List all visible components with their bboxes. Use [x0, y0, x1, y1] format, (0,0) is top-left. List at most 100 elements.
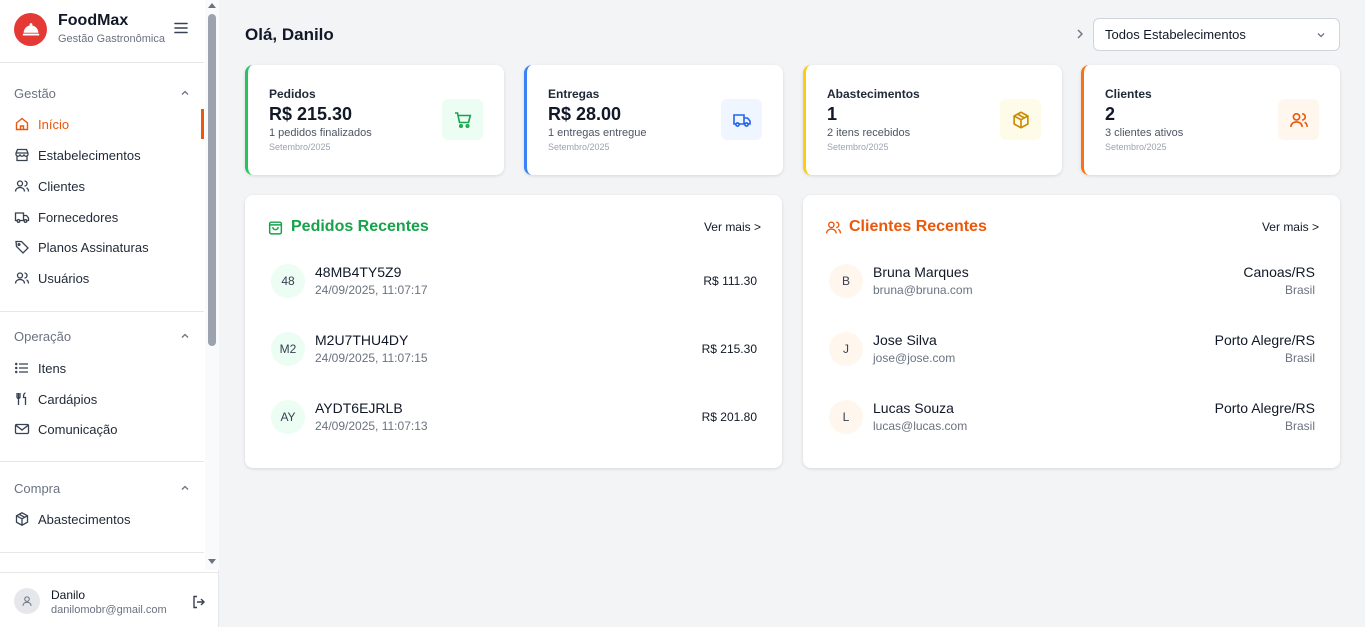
recent-clients-more-link[interactable]: Ver mais > — [1262, 220, 1319, 234]
sidebar-item-planos-assinaturas[interactable]: Planos Assinaturas — [0, 232, 204, 262]
sidebar-item-label: Fornecedores — [38, 209, 119, 225]
card-subtitle: 3 clientes ativos — [1105, 127, 1184, 139]
recent-orders-more-link[interactable]: Ver mais > — [704, 220, 761, 234]
sidebar-item-estabelecimentos[interactable]: Estabelecimentos — [0, 140, 204, 170]
card-clientes: Clientes 2 3 clientes ativos Setembro/20… — [1081, 65, 1340, 175]
divider — [0, 62, 204, 63]
client-name: Bruna Marques — [873, 264, 969, 280]
card-value: R$ 215.30 — [269, 104, 353, 124]
page-title: Olá, Danilo — [245, 25, 334, 44]
shopping-bag-icon — [267, 219, 284, 236]
client-row[interactable]: B Bruna Marques bruna@bruna.com Canoas/R… — [829, 260, 1315, 304]
client-city: Canoas/RS — [1243, 264, 1315, 280]
sidebar-item-inicio[interactable]: Início — [0, 109, 204, 139]
card-abastecimentos: Abastecimentos 1 2 itens recebidos Setem… — [803, 65, 1062, 175]
sidebar-item-fornecedores[interactable]: Fornecedores — [0, 202, 204, 232]
sidebar-item-clientes[interactable]: Clientes — [0, 171, 204, 201]
card-title: Clientes — [1105, 87, 1152, 101]
client-country: Brasil — [1284, 419, 1315, 433]
card-value: 2 — [1105, 104, 1116, 124]
card-title: Abastecimentos — [827, 87, 920, 101]
card-value: 1 — [827, 104, 838, 124]
card-period: Setembro/2025 — [1105, 142, 1167, 152]
card-subtitle: 1 entregas entregue — [548, 127, 647, 139]
section-operacao-toggle[interactable]: Operação — [14, 326, 190, 346]
client-city: Porto Alegre/RS — [1214, 332, 1315, 348]
client-row[interactable]: L Lucas Souza lucas@lucas.com Porto Aleg… — [829, 396, 1315, 440]
order-datetime: 24/09/2025, 11:07:17 — [315, 283, 428, 297]
sidebar-item-cardapios[interactable]: Cardápios — [0, 384, 204, 414]
section-gestao-toggle[interactable]: Gestão — [14, 83, 190, 103]
list-icon — [14, 360, 30, 376]
sidebar-item-label: Cardápios — [38, 391, 98, 407]
sidebar-item-abastecimentos[interactable]: Abastecimentos — [0, 504, 204, 534]
sidebar-item-itens[interactable]: Itens — [0, 353, 204, 383]
client-row[interactable]: J Jose Silva jose@jose.com Porto Alegre/… — [829, 328, 1315, 372]
client-country: Brasil — [1284, 351, 1315, 365]
chevron-right-icon[interactable] — [1073, 27, 1087, 41]
store-icon — [14, 147, 30, 163]
order-avatar: AY — [271, 400, 305, 434]
package-icon — [1000, 99, 1041, 140]
brand-name: FoodMax — [58, 12, 129, 29]
scroll-up-arrow-icon[interactable] — [208, 3, 216, 8]
cart-icon — [442, 99, 483, 140]
users-icon — [825, 219, 842, 236]
sidebar-scrollbar[interactable] — [205, 0, 219, 570]
order-datetime: 24/09/2025, 11:07:15 — [315, 351, 428, 365]
section-label: Compra — [14, 480, 61, 496]
card-period: Setembro/2025 — [827, 142, 889, 152]
chevron-up-icon — [181, 485, 189, 490]
recent-orders-title: Pedidos Recentes — [267, 218, 429, 236]
menu-toggle-icon[interactable] — [173, 20, 189, 36]
panel-title-text: Clientes Recentes — [849, 218, 987, 235]
sidebar-item-label: Estabelecimentos — [38, 147, 141, 163]
order-row[interactable]: 48 48MB4TY5Z9 24/09/2025, 11:07:17 R$ 11… — [271, 260, 757, 304]
card-period: Setembro/2025 — [269, 142, 331, 152]
sidebar-item-label: Clientes — [38, 178, 85, 194]
scroll-down-arrow-icon[interactable] — [208, 559, 216, 564]
sidebar-item-usuarios[interactable]: Usuários — [0, 263, 204, 293]
panel-title-text: Pedidos Recentes — [291, 218, 429, 235]
order-amount: R$ 201.80 — [701, 410, 757, 424]
divider — [0, 552, 204, 553]
order-code: 48MB4TY5Z9 — [315, 264, 402, 280]
logout-icon[interactable] — [191, 594, 207, 610]
user-icon — [22, 596, 32, 606]
order-avatar: M2 — [271, 332, 305, 366]
client-name: Jose Silva — [873, 332, 937, 348]
card-pedidos: Pedidos R$ 215.30 1 pedidos finalizados … — [245, 65, 504, 175]
section-compra-toggle[interactable]: Compra — [14, 478, 190, 498]
sidebar-item-comunicacao[interactable]: Comunicação — [0, 414, 204, 444]
client-email: lucas@lucas.com — [873, 419, 968, 433]
chevron-down-icon — [1317, 33, 1325, 38]
recent-clients-panel: Clientes Recentes Ver mais > B Bruna Mar… — [803, 195, 1340, 468]
divider — [0, 461, 204, 462]
user-group-icon — [14, 270, 30, 286]
order-code: AYDT6EJRLB — [315, 400, 403, 416]
foodmax-logo-icon — [14, 13, 47, 46]
scrollbar-thumb[interactable] — [208, 14, 216, 346]
section-label: Gestão — [14, 85, 56, 101]
card-subtitle: 1 pedidos finalizados — [269, 127, 372, 139]
order-row[interactable]: M2 M2U7THU4DY 24/09/2025, 11:07:15 R$ 21… — [271, 328, 757, 372]
sidebar-item-label: Itens — [38, 360, 67, 376]
card-title: Pedidos — [269, 87, 316, 101]
sidebar-item-label: Abastecimentos — [38, 511, 131, 527]
sidebar: FoodMax Gestão Gastronômica Gestão Iníci… — [0, 0, 219, 627]
order-avatar: 48 — [271, 264, 305, 298]
establishment-select-value: Todos Estabelecimentos — [1105, 27, 1246, 42]
client-city: Porto Alegre/RS — [1214, 400, 1315, 416]
package-icon — [14, 511, 30, 527]
truck-icon — [721, 99, 762, 140]
recent-orders-panel: Pedidos Recentes Ver mais > 48 48MB4TY5Z… — [245, 195, 782, 468]
order-amount: R$ 111.30 — [703, 274, 757, 288]
order-row[interactable]: AY AYDT6EJRLB 24/09/2025, 11:07:13 R$ 20… — [271, 396, 757, 440]
client-email: bruna@bruna.com — [873, 283, 973, 297]
sidebar-item-label: Planos Assinaturas — [38, 239, 149, 255]
establishment-select[interactable]: Todos Estabelecimentos — [1093, 18, 1340, 51]
card-title: Entregas — [548, 87, 600, 101]
sidebar-item-label: Comunicação — [38, 421, 118, 437]
user-name: Danilo — [51, 588, 86, 602]
truck-icon — [14, 209, 30, 225]
